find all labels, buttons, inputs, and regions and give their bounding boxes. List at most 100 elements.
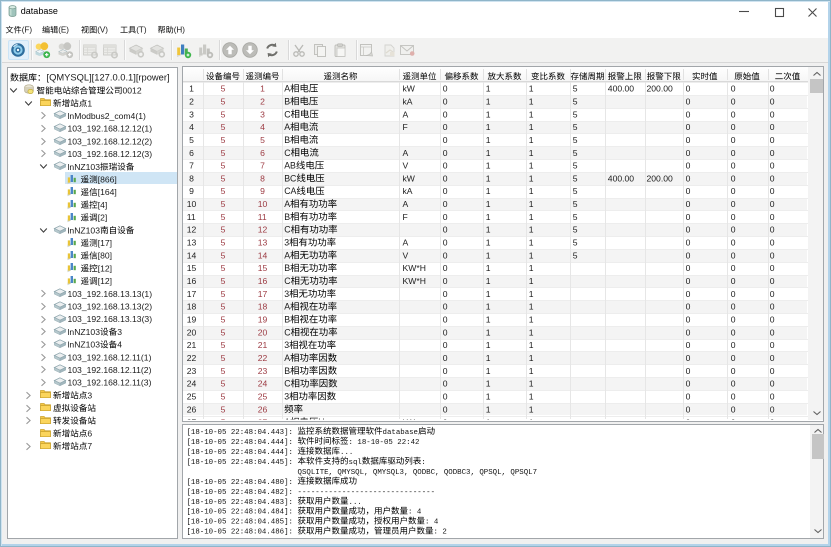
svg-text:[18-10-05 22:48:04.443]:: [18-10-05 22:48:04.443]: xyxy=(187,429,293,437)
svg-text:5: 5 xyxy=(221,96,226,106)
svg-text:[18-10-05 22:48:04.483]:: [18-10-05 22:48:04.483]: xyxy=(187,499,293,507)
svg-text:0: 0 xyxy=(443,225,448,235)
svg-text:1: 1 xyxy=(486,135,491,145)
svg-text:3: 3 xyxy=(117,327,122,337)
svg-text:0: 0 xyxy=(443,392,448,402)
svg-text:0: 0 xyxy=(770,109,775,119)
svg-text:0: 0 xyxy=(731,212,736,222)
svg-text:17: 17 xyxy=(258,289,268,299)
svg-text:0: 0 xyxy=(686,353,691,363)
svg-text:: 18-10-05 22:42: : 18-10-05 22:42 xyxy=(349,439,420,447)
svg-text:0: 0 xyxy=(443,417,448,427)
svg-text:0: 0 xyxy=(731,392,736,402)
svg-text:lnNZ103: lnNZ103 xyxy=(68,225,101,235)
svg-text:0: 0 xyxy=(686,315,691,325)
svg-text:(H): (H) xyxy=(174,26,186,35)
svg-text:0: 0 xyxy=(731,404,736,414)
svg-text:5: 5 xyxy=(221,109,226,119)
svg-text:1: 1 xyxy=(529,327,534,337)
svg-text:0: 0 xyxy=(770,96,775,106)
svg-text:kW: kW xyxy=(403,417,416,427)
svg-text:[2]: [2] xyxy=(98,213,108,223)
svg-text:0: 0 xyxy=(731,340,736,350)
svg-text:0: 0 xyxy=(770,392,775,402)
svg-text:9: 9 xyxy=(189,186,194,196)
svg-text:0: 0 xyxy=(770,84,775,94)
svg-text:0: 0 xyxy=(731,315,736,325)
svg-text:1: 1 xyxy=(529,315,534,325)
svg-text:1: 1 xyxy=(529,379,534,389)
svg-text:0: 0 xyxy=(731,302,736,312)
svg-text:25: 25 xyxy=(258,392,268,402)
svg-text:1: 1 xyxy=(529,173,534,183)
svg-text:[18-10-05 22:48:04.480]:: [18-10-05 22:48:04.480]: xyxy=(187,479,293,487)
svg-text:0: 0 xyxy=(770,186,775,196)
svg-text:9: 9 xyxy=(260,186,265,196)
svg-text:5: 5 xyxy=(573,238,578,248)
svg-text:18: 18 xyxy=(187,302,197,312)
svg-text:4: 4 xyxy=(189,122,194,132)
svg-text:0: 0 xyxy=(686,327,691,337)
svg-text:5: 5 xyxy=(189,135,194,145)
svg-text:C: C xyxy=(284,276,291,286)
svg-text:1: 1 xyxy=(529,135,534,145)
svg-text:0: 0 xyxy=(686,379,691,389)
svg-text:A: A xyxy=(284,417,290,427)
svg-text:0: 0 xyxy=(443,302,448,312)
svg-text:[12]: [12] xyxy=(98,276,112,286)
svg-text:0: 0 xyxy=(731,161,736,171)
svg-text:1: 1 xyxy=(189,84,194,94)
svg-text:20: 20 xyxy=(187,327,197,337)
svg-text:1: 1 xyxy=(529,340,534,350)
svg-text:(V): (V) xyxy=(97,26,108,35)
svg-text:A: A xyxy=(284,84,290,94)
svg-text:0: 0 xyxy=(770,289,775,299)
svg-text:BC: BC xyxy=(284,173,297,183)
svg-text:1: 1 xyxy=(486,315,491,325)
svg-text:5: 5 xyxy=(221,173,226,183)
svg-text:1: 1 xyxy=(529,122,534,132)
svg-text:5: 5 xyxy=(573,212,578,222)
svg-text:11: 11 xyxy=(258,212,267,222)
svg-text:A: A xyxy=(403,199,409,209)
svg-text:24: 24 xyxy=(187,379,197,389)
svg-text:12: 12 xyxy=(258,225,268,235)
svg-text:5: 5 xyxy=(221,225,226,235)
svg-text:5: 5 xyxy=(221,84,226,94)
svg-text:1: 1 xyxy=(87,98,92,108)
svg-text:5: 5 xyxy=(573,109,578,119)
svg-text:1: 1 xyxy=(486,109,491,119)
svg-text:1: 1 xyxy=(486,276,491,286)
svg-text:1: 1 xyxy=(486,212,491,222)
svg-text:10: 10 xyxy=(187,199,197,209)
svg-text:5: 5 xyxy=(221,186,226,196)
svg-text:lnNZ103: lnNZ103 xyxy=(68,340,101,350)
svg-text:0: 0 xyxy=(731,276,736,286)
svg-text:1: 1 xyxy=(529,225,534,235)
svg-text:(T): (T) xyxy=(136,26,147,35)
svg-text:0: 0 xyxy=(443,276,448,286)
svg-text:5: 5 xyxy=(221,327,226,337)
svg-text:C: C xyxy=(284,109,291,119)
svg-text:5: 5 xyxy=(573,173,578,183)
svg-text:103_192.168.13.13(2): 103_192.168.13.13(2) xyxy=(68,301,153,311)
svg-text:0: 0 xyxy=(686,161,691,171)
svg-text:5: 5 xyxy=(221,276,226,286)
svg-text:0: 0 xyxy=(770,263,775,273)
svg-text:7: 7 xyxy=(189,161,194,171)
svg-text:103_192.168.12.11(1): 103_192.168.12.11(1) xyxy=(68,352,152,362)
svg-text:4: 4 xyxy=(117,340,122,350)
svg-text:0: 0 xyxy=(686,392,691,402)
svg-text:1: 1 xyxy=(486,379,491,389)
svg-text:27: 27 xyxy=(258,417,268,427)
svg-text:1: 1 xyxy=(486,238,491,248)
svg-text:1: 1 xyxy=(529,289,534,299)
svg-text:13: 13 xyxy=(187,238,197,248)
svg-text:0: 0 xyxy=(731,186,736,196)
svg-text:20: 20 xyxy=(258,327,268,337)
svg-text:1: 1 xyxy=(529,353,534,363)
svg-text:5: 5 xyxy=(221,404,226,414)
svg-text:0: 0 xyxy=(686,186,691,196)
svg-text:5: 5 xyxy=(573,96,578,106)
svg-text:V: V xyxy=(403,161,409,171)
